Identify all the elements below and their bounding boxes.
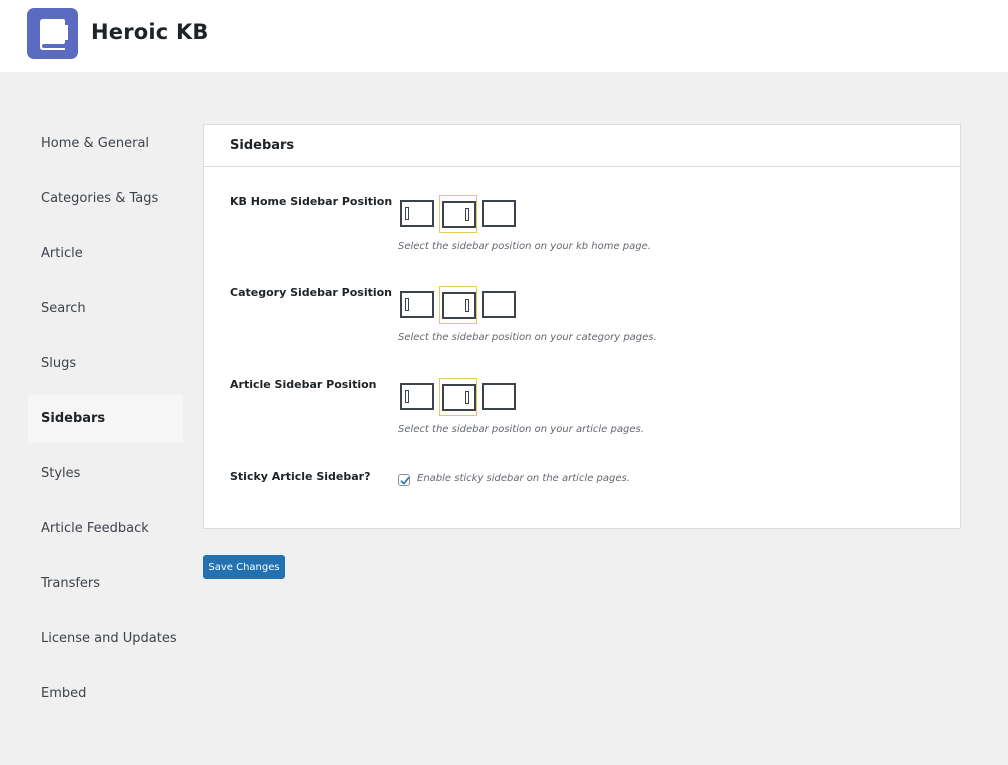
sidebars-settings-panel: Sidebars KB Home Sidebar Position Select…: [203, 124, 961, 529]
nav-item-categories-tags[interactable]: Categories & Tags: [28, 175, 183, 223]
save-changes-button[interactable]: Save Changes: [203, 555, 285, 579]
nav-item-embed[interactable]: Embed: [28, 670, 183, 718]
no-sidebar-option[interactable]: [480, 195, 518, 233]
layout-box-icon: [400, 383, 434, 410]
nav-item-styles[interactable]: Styles: [28, 450, 183, 498]
no-sidebar-icon: [482, 383, 516, 410]
nav-item-slugs[interactable]: Slugs: [28, 340, 183, 388]
layout-box-icon: [400, 291, 434, 318]
category-sidebar-label: Category Sidebar Position: [230, 286, 393, 299]
sidebar-right-icon: [465, 391, 469, 404]
nav-item-article[interactable]: Article: [28, 230, 183, 278]
sidebar-right-option[interactable]: [439, 378, 477, 416]
nav-item-search[interactable]: Search: [28, 285, 183, 333]
nav-item-sidebars[interactable]: Sidebars: [28, 395, 183, 443]
sidebar-left-option[interactable]: [398, 378, 436, 416]
sidebar-right-option[interactable]: [439, 286, 477, 324]
no-sidebar-option[interactable]: [480, 378, 518, 416]
panel-header: Sidebars: [204, 125, 960, 167]
kb-home-sidebar-hint: Select the sidebar position on your kb h…: [398, 241, 651, 252]
sidebar-left-icon: [405, 207, 409, 220]
sidebar-left-option[interactable]: [398, 195, 436, 233]
top-bar: Heroic KB: [0, 0, 1008, 72]
nav-item-home-general[interactable]: Home & General: [28, 120, 183, 168]
layout-box-icon: [400, 200, 434, 227]
no-sidebar-option[interactable]: [480, 286, 518, 324]
book-icon[interactable]: [27, 8, 78, 59]
app-title: Heroic KB: [91, 20, 209, 44]
sidebar-left-icon: [405, 298, 409, 311]
category-sidebar-hint: Select the sidebar position on your cate…: [398, 332, 657, 343]
article-sidebar-label: Article Sidebar Position: [230, 378, 377, 391]
sticky-sidebar-label: Sticky Article Sidebar?: [230, 470, 371, 483]
no-sidebar-icon: [482, 291, 516, 318]
sidebar-right-option[interactable]: [439, 195, 477, 233]
kb-home-sidebar-label: KB Home Sidebar Position: [230, 195, 393, 208]
sidebar-left-option[interactable]: [398, 286, 436, 324]
sticky-sidebar-checkbox-label[interactable]: Enable sticky sidebar on the article pag…: [417, 473, 630, 484]
layout-box-icon: [442, 201, 476, 228]
layout-box-icon: [442, 292, 476, 319]
checkmark-icon: [400, 477, 410, 485]
nav-item-transfers[interactable]: Transfers: [28, 560, 183, 608]
sticky-sidebar-checkbox[interactable]: [398, 474, 410, 486]
settings-nav: Home & General Categories & Tags Article…: [28, 120, 183, 725]
sidebar-left-icon: [405, 390, 409, 403]
article-sidebar-hint: Select the sidebar position on your arti…: [398, 424, 644, 435]
no-sidebar-icon: [482, 200, 516, 227]
layout-box-icon: [442, 384, 476, 411]
sidebar-right-icon: [465, 208, 469, 221]
nav-item-license-updates[interactable]: License and Updates: [28, 615, 183, 663]
nav-item-article-feedback[interactable]: Article Feedback: [28, 505, 183, 553]
panel-title: Sidebars: [230, 138, 295, 153]
sidebar-right-icon: [465, 299, 469, 312]
